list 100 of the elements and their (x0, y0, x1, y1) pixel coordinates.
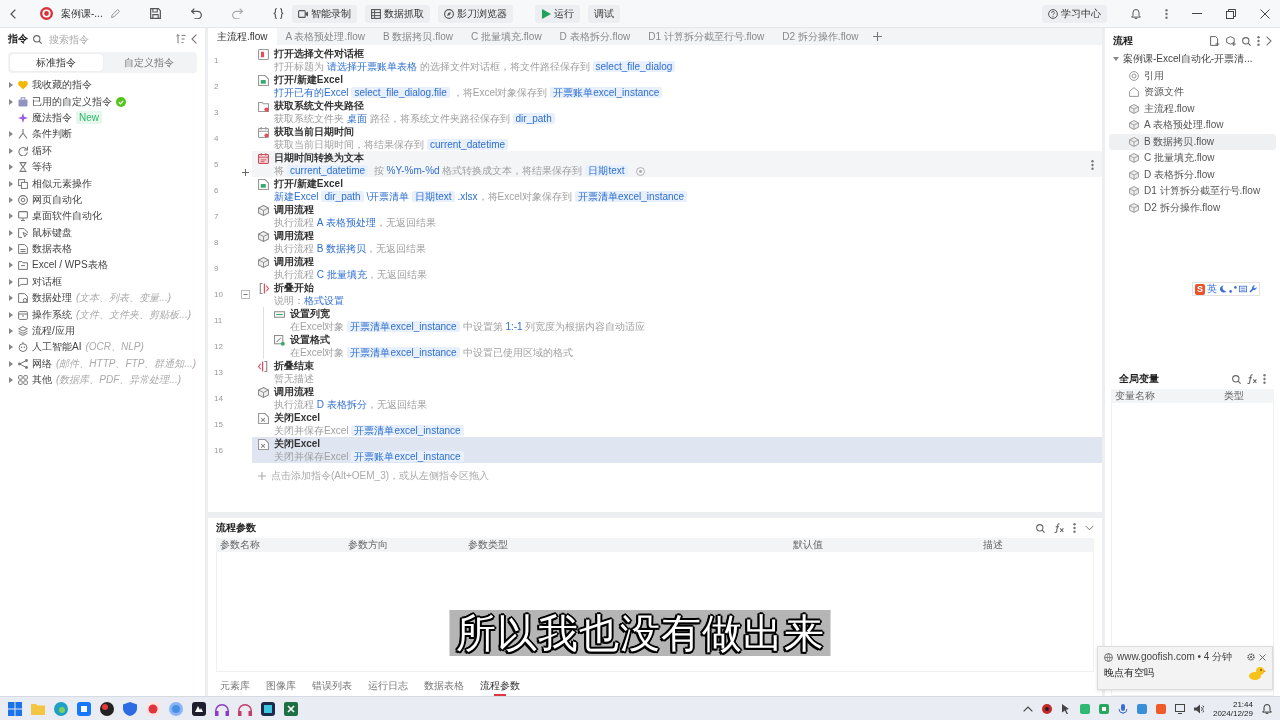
tree-item[interactable]: D1 计算拆分截至行号.flow (1109, 183, 1276, 200)
step-item[interactable]: 调用流程 执行流程 B 数据拷贝，无返回结果 (252, 229, 1102, 255)
panel-tab[interactable]: 错误列表 (312, 676, 352, 696)
command-category[interactable]: 已用的自定义指令 (8, 93, 205, 110)
tree-item[interactable]: 主流程.flow (1109, 100, 1276, 117)
debug-button[interactable]: 调试 (587, 4, 620, 23)
search-icon[interactable] (1036, 523, 1045, 533)
close-icon[interactable] (1260, 8, 1270, 19)
command-category[interactable]: 桌面软件自动化 (8, 208, 205, 225)
command-category[interactable]: 数据处理 (文本、列表、变量...) (8, 290, 205, 307)
keyboard-icon[interactable] (1239, 285, 1247, 293)
command-category[interactable]: 条件判断 (8, 126, 205, 143)
add-file-icon[interactable] (1210, 36, 1220, 46)
app-icon[interactable] (192, 701, 206, 716)
panel-tab[interactable]: 元素库 (220, 676, 250, 696)
command-tab[interactable]: 自定义指令 (102, 54, 195, 71)
input-mode-label[interactable]: 英 (1207, 283, 1217, 295)
app-icon[interactable] (1041, 703, 1052, 714)
command-category[interactable]: 鼠标键盘 (8, 224, 205, 241)
panel-tab[interactable]: 流程参数 (480, 676, 520, 696)
moon-icon[interactable] (1219, 285, 1227, 293)
step-item[interactable]: 折叠结束 暂无描述 (252, 359, 1102, 385)
tree-item[interactable]: C 批量填充.flow (1109, 150, 1276, 167)
command-category[interactable]: 我收藏的指令 (8, 77, 205, 94)
command-category[interactable]: 等待 (8, 158, 205, 176)
app-icon[interactable] (100, 701, 114, 716)
chevron-right-icon[interactable] (1266, 36, 1272, 46)
wrench-icon[interactable] (1249, 285, 1257, 293)
command-category[interactable]: 网络 (邮件、HTTP、FTP、群通知...) (8, 355, 205, 373)
step-item[interactable]: 关闭Excel 关闭并保存Excel 开票账单excel_instance (252, 437, 1102, 463)
search-icon[interactable] (1242, 36, 1251, 46)
more-icon[interactable] (1165, 8, 1168, 19)
tree-item[interactable]: 引用 (1109, 67, 1276, 84)
variable-token[interactable]: dir_path (321, 191, 364, 202)
caret-right-icon[interactable] (8, 147, 14, 154)
caret-right-icon[interactable] (8, 213, 14, 220)
cursor-icon[interactable] (1060, 703, 1071, 714)
ime-logo[interactable]: S (1195, 283, 1205, 295)
step-item[interactable]: 打开/新建Excel 打开已有的Excel select_file_dialog.file ，将Excel对象保存到 开票账单excel_instance (252, 73, 1102, 99)
bell-icon[interactable] (1262, 703, 1272, 714)
sort-icon[interactable] (176, 34, 186, 44)
command-category[interactable]: 其他 (数据库、PDF、异常处理...) (8, 372, 205, 389)
panel-tab[interactable]: 图像库 (266, 676, 296, 696)
variable-token[interactable]: 日期text (585, 165, 628, 176)
more-icon[interactable] (1073, 523, 1076, 533)
chevron-left-icon[interactable] (191, 34, 197, 44)
step-item[interactable]: 打开/新建Excel 新建Excel dir_path \开票清单 日期text .xlsx，将Excel对象保存到 开票清单excel_instance (252, 177, 1102, 203)
volume-icon[interactable] (1193, 703, 1204, 714)
command-category[interactable]: 对话框 (8, 273, 205, 291)
tree-item[interactable]: 案例课-Excel自动化-开票清... (1105, 51, 1280, 68)
caret-right-icon[interactable] (8, 360, 14, 367)
tree-item[interactable]: B 数据拷贝.flow (1109, 133, 1276, 150)
shield-icon[interactable] (123, 701, 137, 716)
monitor-icon[interactable] (1174, 703, 1185, 714)
more-icon[interactable] (1257, 36, 1260, 46)
command-category[interactable]: Excel / WPS表格 (8, 257, 205, 274)
flow-tab[interactable]: D2 拆分操作.flow (773, 28, 868, 45)
tree-item[interactable]: 资源文件 (1109, 84, 1276, 101)
step-item[interactable]: 获取当前日期时间 获取当前日期时间，将结果保存到 current_datetime (252, 125, 1102, 151)
chevron-down-icon[interactable] (1085, 525, 1094, 531)
caret-right-icon[interactable] (8, 278, 14, 285)
caret-right-icon[interactable] (8, 311, 14, 318)
record-button[interactable]: 智能录制 (291, 4, 357, 23)
panel-tab[interactable]: 运行日志 (368, 676, 408, 696)
punctuation-icon[interactable] (1229, 285, 1237, 293)
function-icon[interactable] (1054, 523, 1064, 533)
caret-right-icon[interactable] (8, 82, 14, 89)
headset-icon[interactable] (215, 701, 229, 716)
command-category[interactable]: 网页自动化 (8, 191, 205, 209)
learning-center-button[interactable]: 学习中心 (1042, 4, 1107, 23)
variable-token[interactable]: 开票清单excel_instance (574, 191, 688, 202)
caret-right-icon[interactable] (8, 98, 14, 105)
app-icon[interactable] (261, 701, 275, 716)
command-category[interactable]: 数据表格 (8, 240, 205, 258)
command-category[interactable]: 循环 (8, 142, 205, 159)
back-icon[interactable] (10, 8, 16, 19)
maximize-icon[interactable] (1226, 8, 1236, 19)
command-category[interactable]: 魔法指令 New (8, 109, 205, 127)
spreadsheet-app-icon[interactable] (284, 701, 298, 716)
variable-token[interactable]: 开票清单excel_instance (351, 425, 464, 436)
caret-right-icon[interactable] (8, 131, 14, 138)
settings-icon[interactable] (1247, 653, 1255, 661)
variable-token[interactable]: 开票账单excel_instance (550, 87, 663, 98)
panel-tab[interactable]: 数据表格 (424, 676, 464, 696)
clock-time[interactable]: 21:44 (1232, 699, 1253, 709)
variable-token[interactable]: current_datetime (287, 165, 369, 176)
close-icon[interactable] (1259, 653, 1266, 661)
tree-item[interactable]: D2 拆分操作.flow (1109, 199, 1276, 216)
variable-token[interactable]: 日期text (412, 191, 455, 202)
caret-right-icon[interactable] (8, 229, 14, 236)
windows-icon[interactable] (8, 701, 22, 716)
step-item[interactable]: 日期时间转换为文本 将 current_datetime 按 %Y-%m-%d 格式转换成文本，将结果保存到 日期text (252, 151, 1102, 177)
browser-icon[interactable] (54, 701, 68, 716)
more-icon[interactable] (1263, 374, 1266, 384)
chevron-up-icon[interactable] (1022, 705, 1033, 712)
caret-right-icon[interactable] (8, 180, 14, 187)
command-category[interactable]: 流程/应用 (8, 322, 205, 340)
variable-token[interactable]: current_datetime (427, 139, 509, 150)
caret-right-icon[interactable] (8, 344, 14, 351)
variable-token[interactable]: dir_path (512, 113, 555, 124)
